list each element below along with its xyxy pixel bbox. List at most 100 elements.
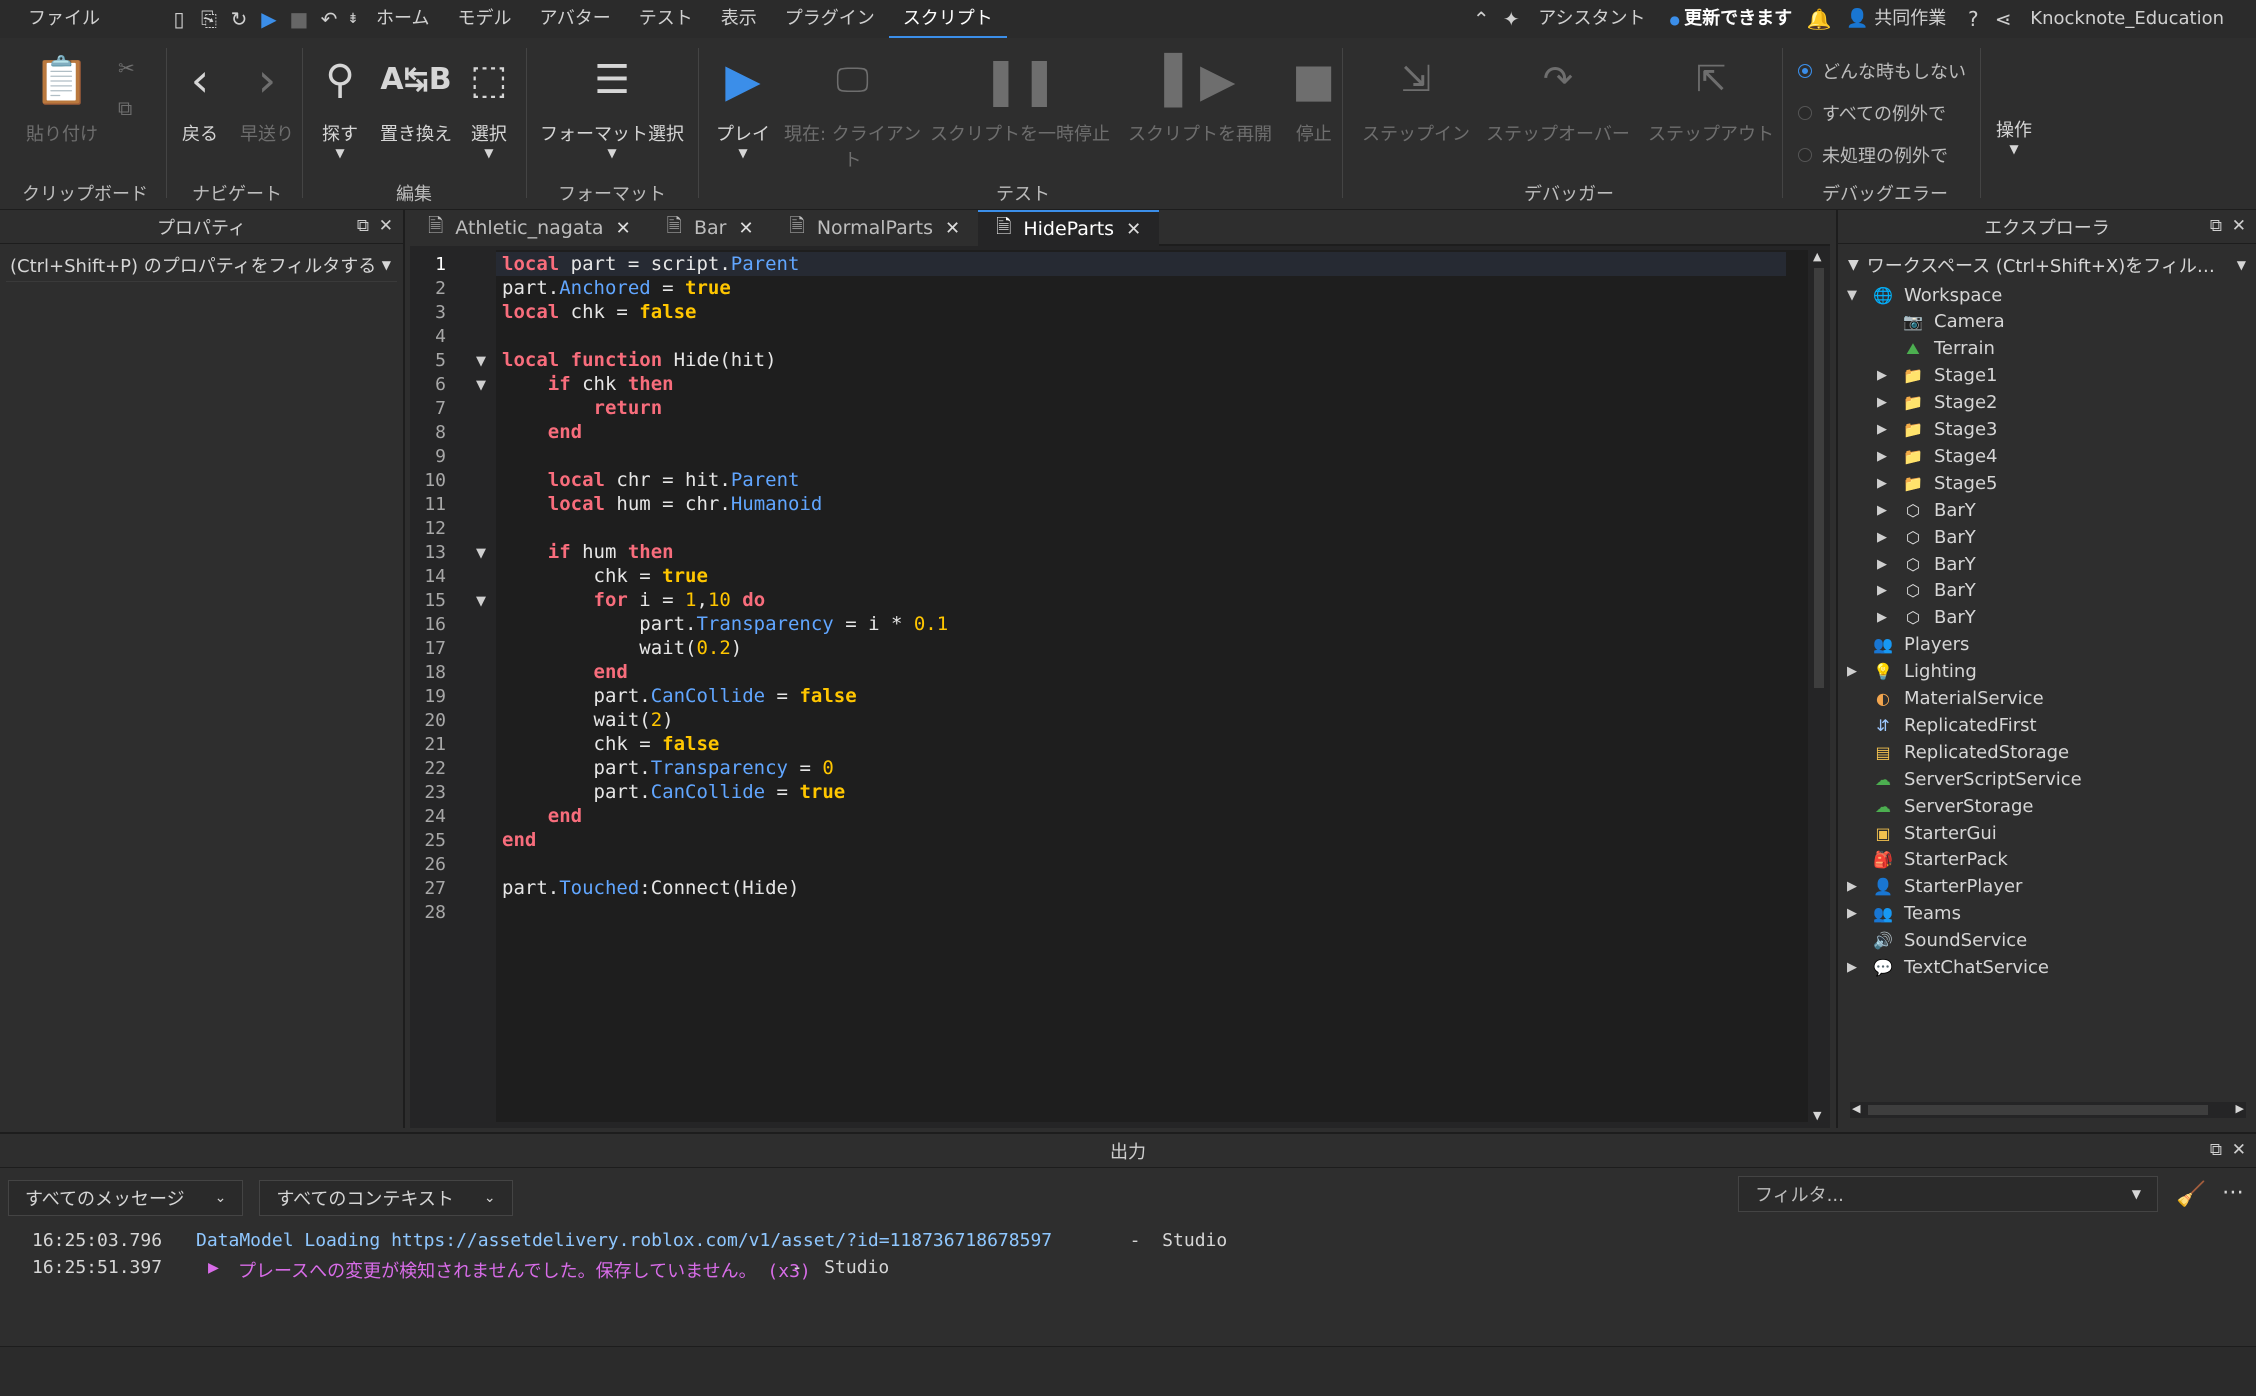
replace-button[interactable]: A↹B 置き換え [380,50,452,146]
more-options-icon[interactable]: ⋯ [2222,1180,2244,1205]
explorer-item[interactable]: ▶ ⬡ BarY [1838,551,2256,577]
messages-filter-dropdown[interactable]: すべてのメッセージ ⌄ [8,1180,244,1216]
chevron-down-icon[interactable]: ▼ [382,258,391,272]
explorer-item[interactable]: ▶ ⬡ BarY [1838,578,2256,604]
tab-bar[interactable]: 🗎 Bar ✕ [648,210,772,246]
tab-script[interactable]: スクリプト [888,0,1007,38]
undo-icon[interactable]: ↶ [314,0,344,38]
expand-right-icon[interactable]: ▶ [1874,368,1890,383]
collab-button[interactable]: 👤 共同作業 [1834,0,1958,38]
expand-right-icon[interactable]: ▶ [1874,422,1890,437]
fold-arrow-icon[interactable]: ▼ [476,594,486,609]
explorer-filter-input[interactable]: ▼ ワークスペース (Ctrl+Shift+X)をフィル… ▼ [1844,248,2250,282]
tab-test[interactable]: テスト [625,0,707,38]
explorer-item[interactable]: ▶ 📁 Stage2 [1838,390,2256,416]
step-out-button[interactable]: ⇱ ステップアウト [1648,50,1774,146]
scroll-up-icon[interactable]: ▲ [1813,250,1821,263]
fold-arrow-icon[interactable]: ▼ [476,354,486,369]
explorer-item[interactable]: ☁ ServerScriptService [1838,766,2256,792]
horizontal-scrollbar[interactable]: ◀ ▶ [1850,1102,2246,1118]
radio-all-exceptions[interactable]: すべての例外で [1798,100,1946,126]
expand-right-icon[interactable]: ▶ [1874,583,1890,598]
pause-script-button[interactable]: ❚❚ スクリプトを一時停止 [930,50,1110,146]
expand-right-icon[interactable]: ▶ [1844,879,1860,894]
ops-button[interactable]: 操作 ▼ [1996,116,2032,156]
play-button[interactable]: ▶ プレイ ▼ [716,50,770,160]
file-menu[interactable]: ファイル [14,0,114,38]
format-select-button[interactable]: ☰ フォーマット選択 ▼ [540,50,684,160]
code-area[interactable]: 1 2 3 4 5 ▼ 6 ▼ 7 8 9 10 11 12 13 ▼ 14 15 ▼ 16 17 18 19 20 21 22 2… [410,250,1808,1122]
expand-arrow-icon[interactable]: ▶ [208,1257,219,1278]
expand-down-icon[interactable]: ▼ [1844,288,1860,303]
explorer-item[interactable]: ▼ 🌐 Workspace [1838,282,2256,308]
fold-arrow-icon[interactable]: ▼ [476,378,486,393]
tab-plugins[interactable]: プラグイン [771,0,889,38]
redo-icon[interactable]: ↻ [224,0,254,38]
explorer-item[interactable]: 📷 Camera [1838,309,2256,335]
username[interactable]: Knocknote_Education [2018,0,2236,38]
scroll-left-icon[interactable]: ◀ [1852,1102,1860,1115]
explorer-item[interactable]: ▶ 📁 Stage3 [1838,417,2256,443]
tab-home[interactable]: ホーム [362,0,443,38]
close-icon[interactable]: ✕ [379,216,393,236]
undock-icon[interactable]: ⧉ [357,216,369,236]
explorer-item[interactable]: ☁ ServerStorage [1838,793,2256,819]
explorer-item[interactable]: 👥 Players [1838,632,2256,658]
close-icon[interactable]: ✕ [616,218,631,239]
close-icon[interactable]: ✕ [945,218,960,239]
expand-right-icon[interactable]: ▶ [1874,476,1890,491]
explorer-item[interactable]: ▤ ReplicatedStorage [1838,739,2256,765]
share-icon[interactable]: ⋖ [1988,0,2018,38]
cut-icon[interactable]: ✂ [118,56,135,80]
expand-right-icon[interactable]: ▶ [1844,664,1860,679]
context-filter-dropdown[interactable]: すべてのコンテキスト ⌄ [259,1180,513,1216]
resume-script-button[interactable]: ▌▶ スクリプトを再開 [1128,50,1272,146]
explorer-item[interactable]: ▶ 💬 TextChatService [1838,955,2256,981]
close-icon[interactable]: ✕ [2232,216,2246,236]
tab-hide-parts[interactable]: 🗎 HideParts ✕ [978,210,1160,246]
collapse-icon[interactable]: ⌃ [1466,0,1496,38]
explorer-item[interactable]: ▶ ⬡ BarY [1838,497,2256,523]
play-icon[interactable]: ▶ [254,0,284,38]
explorer-item[interactable]: ⛰ Terrain [1838,336,2256,362]
new-file-icon[interactable]: ▯ [164,0,194,38]
explorer-item[interactable]: ▶ ⬡ BarY [1838,524,2256,550]
explorer-item[interactable]: ▶ 📁 Stage5 [1838,470,2256,496]
explorer-item[interactable]: ▶ ⬡ BarY [1838,605,2256,631]
expand-right-icon[interactable]: ▶ [1874,557,1890,572]
more-icon[interactable]: ⇟ [344,0,362,38]
scrollbar-thumb[interactable] [1868,1105,2208,1115]
radio-unhandled[interactable]: 未処理の例外で [1798,142,1948,168]
step-in-button[interactable]: ⇲ ステップイン [1362,50,1470,146]
fold-arrow-icon[interactable]: ▼ [476,546,486,561]
select-button[interactable]: ⬚ 選択 ▼ [470,50,508,160]
undock-icon[interactable]: ⧉ [2210,1140,2222,1160]
clear-output-icon[interactable]: 🧹 [2176,1180,2206,1208]
expand-right-icon[interactable]: ▶ [1874,503,1890,518]
scroll-right-icon[interactable]: ▶ [2236,1102,2244,1115]
expand-right-icon[interactable]: ▶ [1874,449,1890,464]
expand-right-icon[interactable]: ▶ [1874,530,1890,545]
explorer-item[interactable]: ▶ 💡 Lighting [1838,659,2256,685]
tab-normal-parts[interactable]: 🗎 NormalParts ✕ [771,210,979,246]
assistant-button[interactable]: アシスタント [1526,0,1657,38]
open-file-icon[interactable]: ⎘ [194,0,224,38]
radio-never[interactable]: どんな時もしない [1798,58,1966,84]
tab-athletic-nagata[interactable]: 🗎 Athletic_nagata ✕ [410,210,649,246]
chevron-down-icon[interactable]: ▼ [2237,258,2246,272]
close-icon[interactable]: ✕ [738,218,753,239]
explorer-item[interactable]: ▣ StarterGui [1838,820,2256,846]
current-client-button[interactable]: 🖵 現在: クライアン ト [784,50,921,172]
forward-button[interactable]: › 早送り [240,50,294,146]
expand-right-icon[interactable]: ▶ [1874,395,1890,410]
explorer-item[interactable]: ◐ MaterialService [1838,686,2256,712]
update-button[interactable]: ● 更新できます [1657,0,1804,38]
copy-icon[interactable]: ⧉ [118,96,132,120]
stop-button[interactable]: ■ 停止 [1292,50,1335,146]
close-icon[interactable]: ✕ [2232,1140,2246,1160]
paste-button[interactable]: 📋 貼り付け [26,50,98,146]
explorer-item[interactable]: 🎒 StarterPack [1838,847,2256,873]
explorer-item[interactable]: ▶ 📁 Stage1 [1838,363,2256,389]
tab-model[interactable]: モデル [443,0,525,38]
vertical-scrollbar[interactable]: ▲ ▼ [1808,250,1830,1122]
